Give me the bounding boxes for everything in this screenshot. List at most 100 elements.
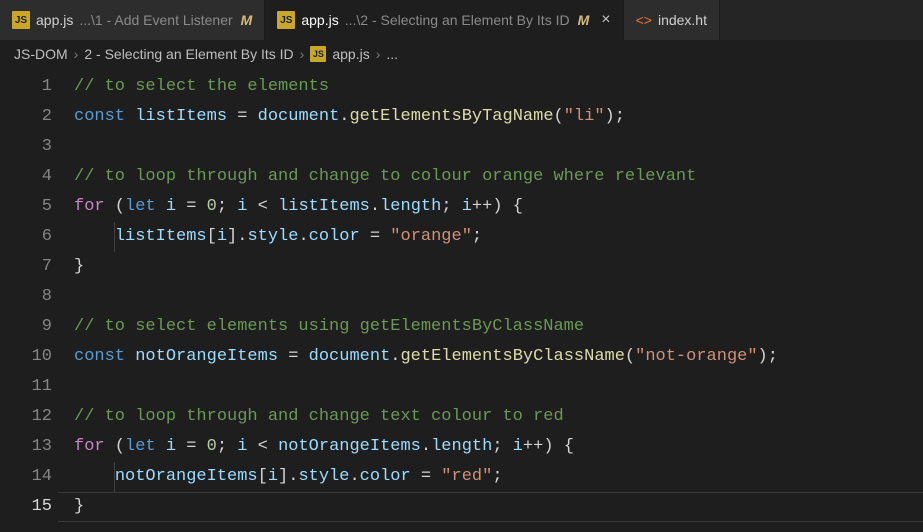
token: "li" bbox=[564, 107, 605, 126]
token: } bbox=[74, 497, 84, 516]
line-number: 10 bbox=[0, 342, 52, 372]
token: < bbox=[247, 197, 278, 216]
token: notOrangeItems bbox=[278, 437, 421, 456]
token: = bbox=[176, 437, 207, 456]
token: = bbox=[227, 107, 258, 126]
token: [ bbox=[258, 467, 268, 486]
token: style bbox=[247, 227, 298, 246]
token: = bbox=[411, 467, 442, 486]
indent-guide bbox=[114, 222, 115, 252]
token: length bbox=[431, 437, 492, 456]
html-icon: <> bbox=[636, 12, 652, 28]
token: ( bbox=[554, 107, 564, 126]
token: i bbox=[513, 437, 523, 456]
token: i bbox=[166, 197, 176, 216]
breadcrumb-segment[interactable]: 2 - Selecting an Element By Its ID bbox=[84, 46, 293, 62]
token: const bbox=[74, 107, 135, 126]
code-line[interactable]: } bbox=[74, 252, 923, 282]
token: ; bbox=[217, 437, 237, 456]
code-line[interactable]: for (let i = 0; i < listItems.length; i+… bbox=[74, 192, 923, 222]
token: = bbox=[176, 197, 207, 216]
code-line[interactable]: const listItems = document.getElementsBy… bbox=[74, 102, 923, 132]
code-line[interactable] bbox=[74, 372, 923, 402]
token: const bbox=[74, 347, 135, 366]
close-icon[interactable]: × bbox=[601, 12, 610, 28]
token: ; bbox=[441, 197, 461, 216]
code-line[interactable] bbox=[74, 132, 923, 162]
token: ; bbox=[217, 197, 237, 216]
tab-pathfrag: ...\1 - Add Event Listener bbox=[79, 12, 232, 28]
line-number: 14 bbox=[0, 462, 52, 492]
token: for bbox=[74, 197, 105, 216]
code-line[interactable]: notOrangeItems[i].style.color = "red"; bbox=[74, 462, 923, 492]
tab-app-js-1[interactable]: JS app.js ...\1 - Add Event Listener M bbox=[0, 0, 265, 40]
code-editor[interactable]: 123456789101112131415 // to select the e… bbox=[0, 68, 923, 522]
token: } bbox=[74, 257, 84, 276]
token: i bbox=[166, 437, 176, 456]
token: // to select the elements bbox=[74, 77, 329, 96]
token: "red" bbox=[441, 467, 492, 486]
js-icon: JS bbox=[277, 11, 295, 29]
token: color bbox=[309, 227, 360, 246]
code-line[interactable]: // to loop through and change to colour … bbox=[74, 162, 923, 192]
token: let bbox=[125, 197, 166, 216]
token: ]. bbox=[227, 227, 247, 246]
token: i bbox=[237, 197, 247, 216]
line-number: 6 bbox=[0, 222, 52, 252]
tab-bar: JS app.js ...\1 - Add Event Listener M J… bbox=[0, 0, 923, 40]
line-number: 8 bbox=[0, 282, 52, 312]
token: 0 bbox=[207, 437, 217, 456]
token: notOrangeItems bbox=[135, 347, 278, 366]
token: ( bbox=[625, 347, 635, 366]
token: [ bbox=[207, 227, 217, 246]
tab-filename: app.js bbox=[36, 12, 73, 28]
code-line[interactable]: listItems[i].style.color = "orange"; bbox=[74, 222, 923, 252]
line-number: 13 bbox=[0, 432, 52, 462]
code-line[interactable]: } bbox=[74, 492, 923, 522]
token: // to loop through and change to colour … bbox=[74, 167, 696, 186]
chevron-right-icon: › bbox=[376, 46, 381, 62]
js-icon: JS bbox=[310, 46, 326, 62]
breadcrumb-segment[interactable]: JS-DOM bbox=[14, 46, 68, 62]
code-area[interactable]: // to select the elements const listItems… bbox=[74, 72, 923, 522]
line-number: 12 bbox=[0, 402, 52, 432]
code-line[interactable]: // to loop through and change text colou… bbox=[74, 402, 923, 432]
tab-index-html[interactable]: <> index.ht bbox=[624, 0, 720, 40]
tab-filename: app.js bbox=[301, 12, 338, 28]
token: "orange" bbox=[390, 227, 472, 246]
breadcrumb-trailing[interactable]: ... bbox=[386, 46, 398, 62]
token: i bbox=[237, 437, 247, 456]
tab-filename: index.ht bbox=[658, 12, 707, 28]
breadcrumb-file[interactable]: app.js bbox=[332, 46, 369, 62]
token: // to select elements using getElementsB… bbox=[74, 317, 584, 336]
token: getElementsByTagName bbox=[349, 107, 553, 126]
token: let bbox=[125, 437, 166, 456]
code-line[interactable]: for (let i = 0; i < notOrangeItems.lengt… bbox=[74, 432, 923, 462]
js-icon: JS bbox=[12, 11, 30, 29]
modified-indicator: M bbox=[241, 12, 253, 28]
code-line[interactable]: // to select elements using getElementsB… bbox=[74, 312, 923, 342]
code-line[interactable]: const notOrangeItems = document.getEleme… bbox=[74, 342, 923, 372]
line-number: 3 bbox=[0, 132, 52, 162]
code-line[interactable] bbox=[74, 282, 923, 312]
token: < bbox=[247, 437, 278, 456]
token: i bbox=[217, 227, 227, 246]
line-number: 5 bbox=[0, 192, 52, 222]
token: listItems bbox=[135, 107, 227, 126]
token: = bbox=[278, 347, 309, 366]
token: length bbox=[380, 197, 441, 216]
tab-app-js-2[interactable]: JS app.js ...\2 - Selecting an Element B… bbox=[265, 0, 623, 40]
token: notOrangeItems bbox=[115, 467, 258, 486]
token: . bbox=[370, 197, 380, 216]
token: ) { bbox=[492, 197, 523, 216]
line-number: 1 bbox=[0, 72, 52, 102]
token: ; bbox=[472, 227, 482, 246]
code-line[interactable]: // to select the elements bbox=[74, 72, 923, 102]
chevron-right-icon: › bbox=[300, 46, 305, 62]
token: for bbox=[74, 437, 105, 456]
token: . bbox=[298, 227, 308, 246]
token: ( bbox=[105, 437, 125, 456]
token: . bbox=[421, 437, 431, 456]
breadcrumb[interactable]: JS-DOM › 2 - Selecting an Element By Its… bbox=[0, 40, 923, 68]
token: i bbox=[462, 197, 472, 216]
